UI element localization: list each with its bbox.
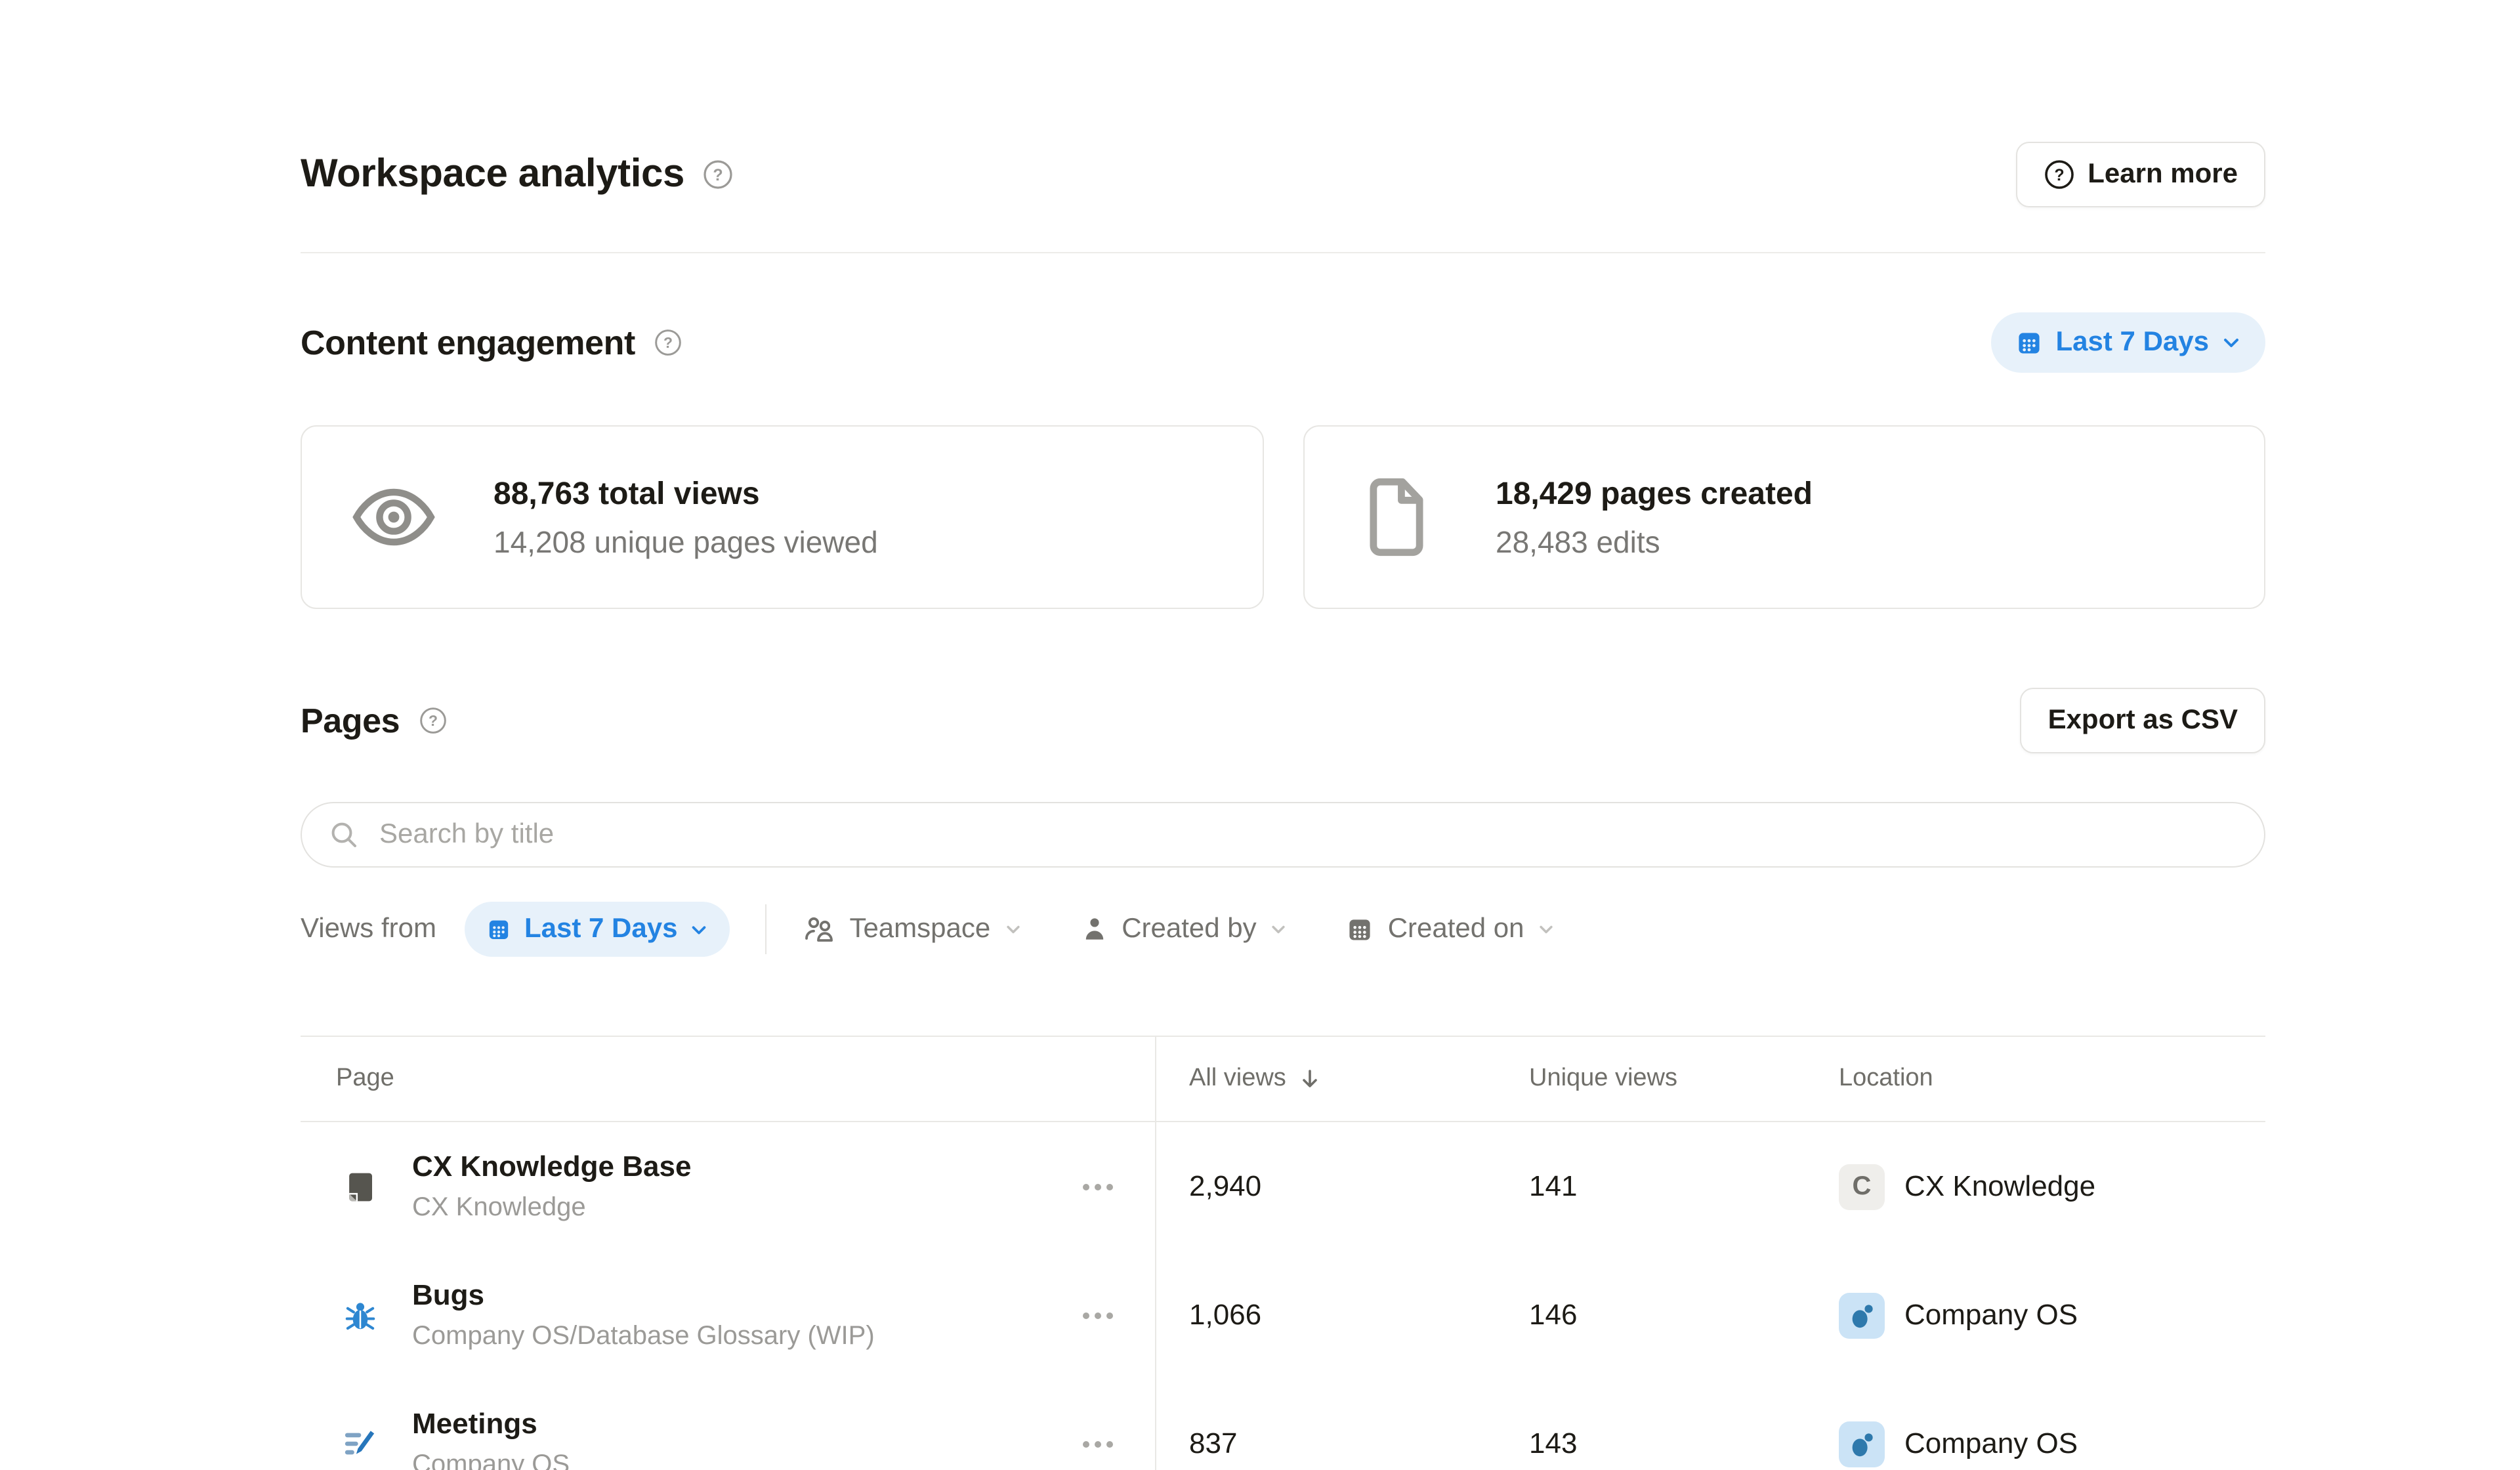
location-badge: C bbox=[1839, 1164, 1885, 1209]
page-location-subtitle: Company OS bbox=[412, 1448, 570, 1470]
row-actions-ellipsis-icon[interactable] bbox=[1083, 1183, 1113, 1190]
column-divider bbox=[1155, 1037, 1156, 1470]
page-title: Workspace analytics bbox=[301, 152, 684, 197]
stat-cards: 88,763 total views 14,208 unique pages v… bbox=[301, 425, 2265, 609]
all-views-value: 837 bbox=[1155, 1379, 1495, 1470]
row-actions-ellipsis-icon[interactable] bbox=[1083, 1440, 1113, 1447]
location-label[interactable]: Company OS bbox=[1904, 1298, 2078, 1332]
chevron-down-icon bbox=[1538, 920, 1556, 938]
page-location-subtitle: CX Knowledge bbox=[412, 1190, 691, 1225]
teamspace-filter-label: Teamspace bbox=[849, 914, 990, 945]
all-views-value: 1,066 bbox=[1155, 1251, 1495, 1379]
svg-text:?: ? bbox=[428, 712, 437, 729]
help-icon[interactable]: ? bbox=[418, 706, 447, 735]
teamspace-icon bbox=[802, 914, 836, 945]
learn-more-label: Learn more bbox=[2088, 159, 2238, 190]
pages-created-value: 18,429 pages created bbox=[1496, 472, 1813, 516]
learn-more-button[interactable]: ? Learn more bbox=[2015, 142, 2265, 207]
chevron-down-icon bbox=[1270, 920, 1288, 938]
chevron-down-icon bbox=[689, 919, 709, 939]
sort-desc-arrow-icon[interactable] bbox=[1298, 1067, 1322, 1091]
eye-icon bbox=[346, 483, 441, 551]
workspace-analytics-page: Workspace analytics ? ? Learn more Conte… bbox=[0, 0, 2520, 1470]
filter-divider bbox=[765, 904, 766, 954]
calendar-icon bbox=[1346, 915, 1375, 944]
company-os-icon bbox=[1839, 1421, 1885, 1467]
table-row[interactable]: Bugs Company OS/Database Glossary (WIP) … bbox=[301, 1251, 2265, 1379]
pages-header: Pages ? Export as CSV bbox=[301, 688, 2265, 753]
page-icon bbox=[1349, 476, 1443, 558]
page-title-link[interactable]: Meetings bbox=[412, 1406, 570, 1442]
help-icon[interactable]: ? bbox=[654, 328, 682, 357]
meeting-notes-icon bbox=[341, 1425, 378, 1462]
filter-bar: Views from Last 7 Days Teamspace bbox=[301, 902, 2265, 957]
pages-created-card: 18,429 pages created 28,483 edits bbox=[1303, 425, 2265, 609]
page-header: Workspace analytics ? ? Learn more bbox=[301, 142, 2265, 207]
content-engagement-header: Content engagement ? Last 7 Days bbox=[301, 311, 2265, 374]
page-location-subtitle: Company OS/Database Glossary (WIP) bbox=[412, 1319, 875, 1353]
created-on-filter-label: Created on bbox=[1388, 914, 1524, 945]
row-actions-ellipsis-icon[interactable] bbox=[1083, 1312, 1113, 1318]
unique-pages-viewed-value: 14,208 unique pages viewed bbox=[494, 520, 878, 562]
person-icon bbox=[1080, 915, 1108, 944]
column-header-page[interactable]: Page bbox=[301, 1037, 1155, 1121]
unique-views-value: 146 bbox=[1495, 1251, 1805, 1379]
search-bar[interactable] bbox=[301, 802, 2265, 868]
date-range-value: Last 7 Days bbox=[2056, 327, 2209, 358]
table-row[interactable]: CX Knowledge Base CX Knowledge 2,940 141… bbox=[301, 1122, 2265, 1251]
calendar-icon bbox=[486, 916, 513, 942]
help-icon[interactable]: ? bbox=[703, 159, 734, 190]
company-os-icon bbox=[1839, 1292, 1885, 1338]
svg-text:?: ? bbox=[2054, 166, 2064, 184]
pages-title: Pages bbox=[301, 700, 400, 741]
calendar-icon bbox=[2015, 328, 2044, 357]
page-title-link[interactable]: Bugs bbox=[412, 1277, 875, 1314]
svg-text:?: ? bbox=[713, 166, 723, 184]
created-by-filter[interactable]: Created by bbox=[1080, 914, 1288, 945]
total-views-card: 88,763 total views 14,208 unique pages v… bbox=[301, 425, 1263, 609]
search-icon bbox=[328, 819, 360, 850]
views-from-label: Views from bbox=[301, 914, 436, 945]
unique-views-value: 141 bbox=[1495, 1122, 1805, 1251]
bug-icon bbox=[341, 1297, 378, 1333]
section-divider bbox=[301, 252, 2265, 253]
location-label[interactable]: CX Knowledge bbox=[1904, 1169, 2095, 1204]
all-views-value: 2,940 bbox=[1155, 1122, 1495, 1251]
location-label[interactable]: Company OS bbox=[1904, 1427, 2078, 1461]
table-header-row: Page All views Unique views Location bbox=[301, 1037, 2265, 1122]
svg-text:?: ? bbox=[663, 334, 673, 351]
content-engagement-title: Content engagement bbox=[301, 322, 635, 363]
page-title-link[interactable]: CX Knowledge Base bbox=[412, 1148, 691, 1185]
date-range-dropdown[interactable]: Last 7 Days bbox=[1992, 312, 2265, 373]
table-row[interactable]: Meetings Company OS 837 143 Company OS bbox=[301, 1379, 2265, 1470]
created-by-filter-label: Created by bbox=[1122, 914, 1256, 945]
pages-table: Page All views Unique views Location bbox=[301, 1036, 2265, 1470]
book-icon bbox=[341, 1169, 378, 1204]
chevron-down-icon bbox=[2221, 332, 2242, 353]
column-header-unique-views[interactable]: Unique views bbox=[1495, 1037, 1805, 1121]
unique-views-value: 143 bbox=[1495, 1379, 1805, 1470]
edits-value: 28,483 edits bbox=[1496, 520, 1813, 562]
export-csv-button[interactable]: Export as CSV bbox=[2021, 688, 2265, 753]
views-date-filter[interactable]: Last 7 Days bbox=[465, 902, 730, 957]
teamspace-filter[interactable]: Teamspace bbox=[802, 914, 1022, 945]
views-date-filter-value: Last 7 Days bbox=[524, 914, 677, 945]
chevron-down-icon bbox=[1003, 920, 1022, 938]
total-views-value: 88,763 total views bbox=[494, 472, 878, 516]
column-header-location[interactable]: Location bbox=[1805, 1037, 2265, 1121]
column-header-all-views[interactable]: All views bbox=[1155, 1037, 1495, 1121]
help-circle-icon: ? bbox=[2043, 159, 2074, 190]
search-input[interactable] bbox=[377, 818, 2238, 852]
created-on-filter[interactable]: Created on bbox=[1346, 914, 1556, 945]
